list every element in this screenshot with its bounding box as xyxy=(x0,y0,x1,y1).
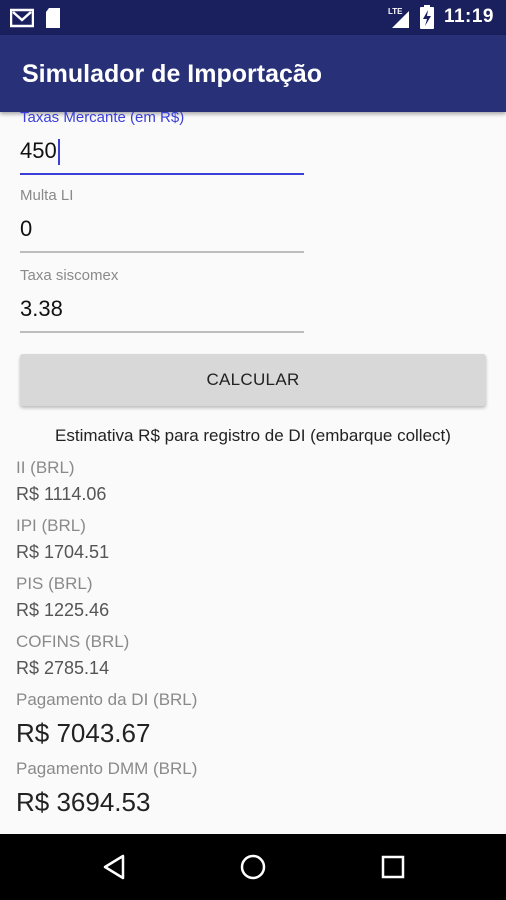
app-title: Simulador de Importação xyxy=(22,60,323,88)
field-label: Taxa siscomex xyxy=(20,267,119,284)
status-bar: LTE 11:19 xyxy=(0,0,506,35)
field-underline xyxy=(20,251,304,253)
text-cursor xyxy=(57,139,60,166)
home-icon xyxy=(240,854,266,880)
results-title: Estimativa R$ para registro de DI (embar… xyxy=(55,426,451,445)
result-value: R$ 1114.06 xyxy=(16,484,107,504)
gmail-icon xyxy=(10,8,34,28)
notification-icons xyxy=(10,7,62,29)
navigation-bar xyxy=(0,834,506,900)
multa-li-field[interactable]: Multa LI 0 xyxy=(20,187,304,253)
recents-button[interactable] xyxy=(376,850,410,884)
recents-icon xyxy=(381,855,405,879)
taxa-siscomex-field[interactable]: Taxa siscomex 3.38 xyxy=(20,267,304,333)
field-label: Multa LI xyxy=(20,187,74,204)
lte-signal-icon: LTE xyxy=(388,7,409,28)
result-value: R$ 2785.14 xyxy=(16,658,110,678)
svg-text:LTE: LTE xyxy=(388,7,403,16)
result-pis: PIS (BRL) R$ 1225.46 xyxy=(16,574,109,621)
field-value-text: 450 xyxy=(20,138,57,163)
result-value: R$ 3694.53 xyxy=(16,787,151,817)
result-ii: II (BRL) R$ 1114.06 xyxy=(16,458,106,505)
clock: 11:19 xyxy=(443,6,494,27)
result-pagamento-dmm: Pagamento DMM (BRL) R$ 3694.53 xyxy=(16,759,197,818)
multa-li-input[interactable]: 0 xyxy=(20,215,304,243)
result-value: R$ 7043.67 xyxy=(16,718,151,748)
calcular-button[interactable]: CALCULAR xyxy=(20,354,486,406)
battery-charging-icon xyxy=(419,5,434,29)
field-underline xyxy=(20,173,304,175)
result-label: II (BRL) xyxy=(16,458,75,477)
result-ipi: IPI (BRL) R$ 1704.51 xyxy=(16,516,109,563)
sd-card-icon xyxy=(46,8,60,28)
back-button[interactable] xyxy=(97,850,131,884)
result-cofins: COFINS (BRL) R$ 2785.14 xyxy=(16,632,129,679)
home-button[interactable] xyxy=(236,850,270,884)
taxas-mercante-input[interactable]: 450 xyxy=(20,137,304,166)
system-icons: LTE 11:19 xyxy=(388,5,494,29)
result-pagamento-di: Pagamento da DI (BRL) R$ 7043.67 xyxy=(16,690,197,749)
result-label: Pagamento DMM (BRL) xyxy=(16,759,198,778)
result-label: COFINS (BRL) xyxy=(16,632,130,651)
back-icon xyxy=(103,854,125,880)
app-bar: Simulador de Importação xyxy=(0,35,506,112)
result-label: PIS (BRL) xyxy=(16,574,93,593)
result-label: Pagamento da DI (BRL) xyxy=(16,690,198,709)
result-value: R$ 1225.46 xyxy=(16,600,110,620)
field-label: Taxas Mercante (em R$) xyxy=(20,112,185,126)
result-value: R$ 1704.51 xyxy=(16,542,110,562)
scroll-content[interactable]: Taxas Mercante (em R$) 450 Multa LI 0 Ta… xyxy=(0,112,506,834)
taxas-mercante-field[interactable]: Taxas Mercante (em R$) 450 xyxy=(20,112,304,175)
result-label: IPI (BRL) xyxy=(16,516,86,535)
taxa-siscomex-input[interactable]: 3.38 xyxy=(20,295,304,323)
field-underline xyxy=(20,331,304,333)
